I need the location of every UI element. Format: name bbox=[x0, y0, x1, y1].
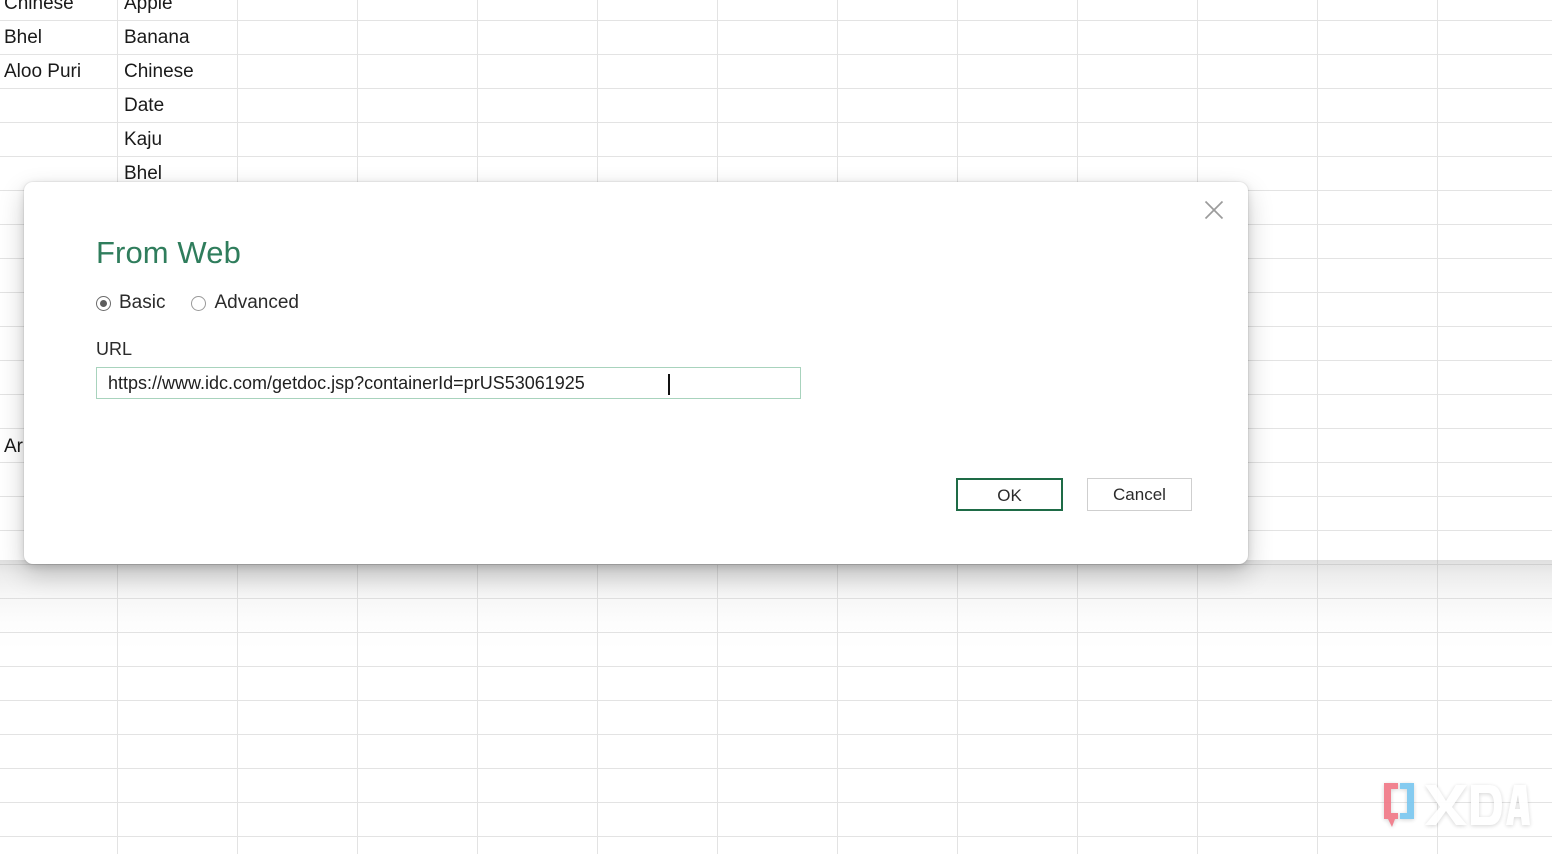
grid-row-line bbox=[0, 700, 1552, 701]
cell-b-2: Banana bbox=[124, 27, 190, 48]
cell-b-3: Chinese bbox=[124, 61, 194, 82]
dialog-title: From Web bbox=[96, 235, 241, 270]
grid-row-line bbox=[0, 666, 1552, 667]
close-icon bbox=[1204, 200, 1224, 220]
grid-row-line bbox=[0, 54, 1552, 55]
cell-a-1: Chinese bbox=[4, 0, 74, 14]
radio-option-basic[interactable]: Basic bbox=[96, 292, 165, 314]
close-button[interactable] bbox=[1192, 190, 1236, 230]
cancel-button[interactable]: Cancel bbox=[1087, 478, 1192, 511]
grid-row-line bbox=[0, 768, 1552, 769]
grid-row-line bbox=[0, 88, 1552, 89]
grid-row-line bbox=[0, 20, 1552, 21]
from-web-dialog: From Web Basic Advanced URL OK Cancel bbox=[24, 182, 1248, 564]
cell-b-1: Apple bbox=[124, 0, 173, 14]
radio-basic-label: Basic bbox=[119, 292, 166, 313]
radio-advanced-mark[interactable] bbox=[191, 295, 207, 311]
cell-partial-occluded: Ar bbox=[4, 436, 23, 457]
cell-b-6: Bhel bbox=[124, 163, 163, 184]
grid-row-line bbox=[0, 836, 1552, 837]
grid-row-line bbox=[0, 564, 1552, 565]
radio-option-advanced[interactable]: Advanced bbox=[191, 292, 299, 314]
radio-advanced-label: Advanced bbox=[214, 292, 299, 313]
grid-row-line bbox=[0, 734, 1552, 735]
url-input[interactable] bbox=[97, 368, 800, 398]
url-field-label: URL bbox=[96, 339, 133, 359]
xda-watermark bbox=[1378, 775, 1530, 829]
cell-a-3: Aloo Puri bbox=[4, 61, 82, 82]
ok-button[interactable]: OK bbox=[956, 478, 1063, 511]
cell-b-4: Date bbox=[124, 95, 165, 116]
url-input-wrapper[interactable] bbox=[96, 367, 801, 399]
grid-column-line bbox=[1317, 0, 1318, 854]
dialog-button-row: OK Cancel bbox=[956, 478, 1192, 511]
grid-column-line bbox=[1437, 0, 1438, 854]
radio-basic-mark[interactable] bbox=[96, 295, 111, 311]
grid-row-line bbox=[0, 802, 1552, 803]
mode-radio-group: Basic Advanced bbox=[96, 292, 299, 314]
grid-row-line bbox=[0, 156, 1552, 157]
grid-row-line bbox=[0, 122, 1552, 123]
cell-a-2: Bhel bbox=[4, 27, 43, 48]
grid-row-line bbox=[0, 598, 1552, 599]
grid-row-line bbox=[0, 632, 1552, 633]
xda-logo-icon bbox=[1384, 783, 1530, 827]
cell-b-5: Kaju bbox=[124, 129, 163, 150]
text-caret bbox=[668, 374, 670, 395]
